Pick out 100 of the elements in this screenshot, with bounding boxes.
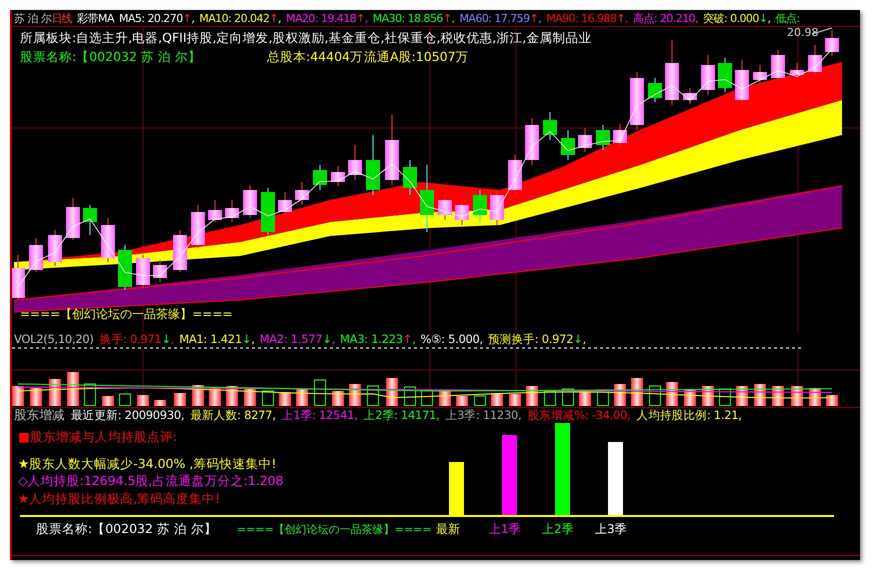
- bar-label: 上3季: [594, 523, 628, 535]
- candlestick: [261, 188, 275, 236]
- candlestick: [385, 114, 399, 186]
- candlestick: [508, 154, 522, 196]
- legend-value: 换手: 0.971: [100, 334, 162, 346]
- volume-bar: [367, 386, 379, 406]
- trend-arrow: ↑: [442, 12, 452, 24]
- trend-arrow: ↓: [161, 334, 171, 346]
- candlestick: [455, 198, 469, 226]
- volume-bar: [332, 391, 344, 406]
- trend-arrow: ↑: [402, 334, 412, 346]
- volume-bar: [719, 388, 731, 406]
- sector-list: 所属板块:自选主升,电器,QFII持股,定向增发,股权激励,基金重仓,社保重仓,税收优惠,浙江,金属制品业: [20, 32, 592, 44]
- separator: ,: [364, 12, 368, 24]
- volume-bar: [491, 393, 503, 406]
- volume-bar: [30, 388, 42, 406]
- forum-title: ====【创幻论坛の一品茶缘】====: [20, 308, 232, 320]
- legend-value: MA60: 17.759: [459, 12, 530, 24]
- total-shares: 总股本:44404万: [267, 51, 363, 64]
- candlestick: [825, 30, 839, 56]
- stat-value: 最新人数: 8277,: [190, 410, 276, 422]
- separator: ,: [582, 334, 586, 346]
- candlestick: [420, 164, 434, 232]
- bar-label: 上2季: [541, 523, 575, 535]
- volume-bar: [67, 372, 79, 406]
- candlestick: [48, 230, 62, 266]
- candlestick: [578, 128, 592, 152]
- candlestick: [153, 260, 167, 282]
- candlestick: [243, 184, 257, 218]
- separator: ,: [624, 12, 628, 24]
- candlestick: [790, 62, 804, 78]
- trend-arrow: ↓: [242, 334, 252, 346]
- legend-value: MA20: 19.418: [286, 12, 356, 24]
- trend-arrow: ↑: [182, 12, 192, 24]
- candlestick: [613, 124, 627, 148]
- volume-bar: [12, 386, 24, 406]
- volume-bar: [137, 395, 149, 406]
- separator: ,: [538, 12, 542, 24]
- candlestick: [29, 238, 43, 272]
- forum-title: ====【创幻论坛の一品茶缘】====: [236, 524, 432, 534]
- candlestick: [665, 40, 679, 106]
- volume-bar: [119, 394, 131, 406]
- candlestick: [66, 198, 80, 240]
- volume-bar: [154, 400, 166, 406]
- trend-arrow: ↓: [322, 334, 332, 346]
- trend-arrow: ↑: [530, 12, 538, 24]
- stat-value: 上1季: 12541,: [282, 410, 358, 422]
- candlestick: [596, 124, 610, 150]
- candlestick: [83, 204, 97, 236]
- trend-arrow: ↓: [573, 334, 583, 346]
- volume-bar: [262, 390, 274, 406]
- volume-bar: [314, 380, 326, 406]
- stock-name: 苏 泊 尔: [14, 12, 52, 24]
- bar-label: 上1季: [488, 523, 522, 535]
- float-shares: 流通A股:10507万: [364, 51, 469, 64]
- separator: ,: [170, 334, 174, 346]
- legend-value: MA10: 20.042: [199, 12, 270, 24]
- separator: ,: [251, 334, 255, 346]
- candlestick: [366, 134, 380, 196]
- separator: ,: [412, 334, 416, 346]
- candlestick: [101, 218, 115, 262]
- stat-value: 上2季: 14171,: [364, 410, 440, 422]
- candlestick: [331, 166, 345, 186]
- bar-label: 最新: [435, 523, 461, 535]
- panel-title: 股东增减: [14, 409, 65, 422]
- candlestick: [348, 144, 362, 180]
- legend-value: MA2: 1.577: [260, 334, 322, 346]
- candlestick: [313, 164, 327, 190]
- indicator-name: 彩带MA: [77, 12, 114, 24]
- separator: ,: [768, 12, 770, 24]
- candlestick: [118, 244, 132, 290]
- stock-name: 股票名称:【002032 苏 泊 尔】: [36, 522, 217, 536]
- volume-bar: [279, 392, 291, 406]
- candlestick: [191, 204, 205, 248]
- volume-bar: [544, 390, 556, 406]
- volume-bar: [474, 396, 486, 406]
- candlestick: [735, 60, 749, 104]
- volume-bar: [174, 393, 186, 406]
- candlestick: [12, 254, 25, 300]
- volume-bar: [349, 384, 361, 406]
- candlestick: [136, 254, 150, 288]
- candlestick: [438, 194, 452, 220]
- candlestick: [225, 200, 239, 222]
- candlestick: [648, 78, 662, 102]
- candlestick: [525, 118, 539, 166]
- volume-bar: [649, 386, 661, 406]
- trend-arrow: ↑: [616, 12, 625, 24]
- volume-bar: [421, 390, 433, 406]
- volume-bar: [526, 386, 538, 406]
- volume-bar: [562, 388, 574, 406]
- volume-bar: [597, 390, 609, 406]
- comment-line: ★股东人数大幅减少-34.00% ,筹码快速集中!: [18, 458, 276, 470]
- candlestick: [208, 200, 222, 222]
- trend-arrow: ↑: [269, 12, 278, 24]
- volume-bar: [509, 394, 521, 406]
- volume-bar: [456, 396, 468, 406]
- volume-bar: [84, 384, 96, 406]
- trend-arrow: ↑: [356, 12, 365, 24]
- candlestick: [718, 58, 732, 92]
- legend-value: MA30: 18.856: [372, 12, 443, 24]
